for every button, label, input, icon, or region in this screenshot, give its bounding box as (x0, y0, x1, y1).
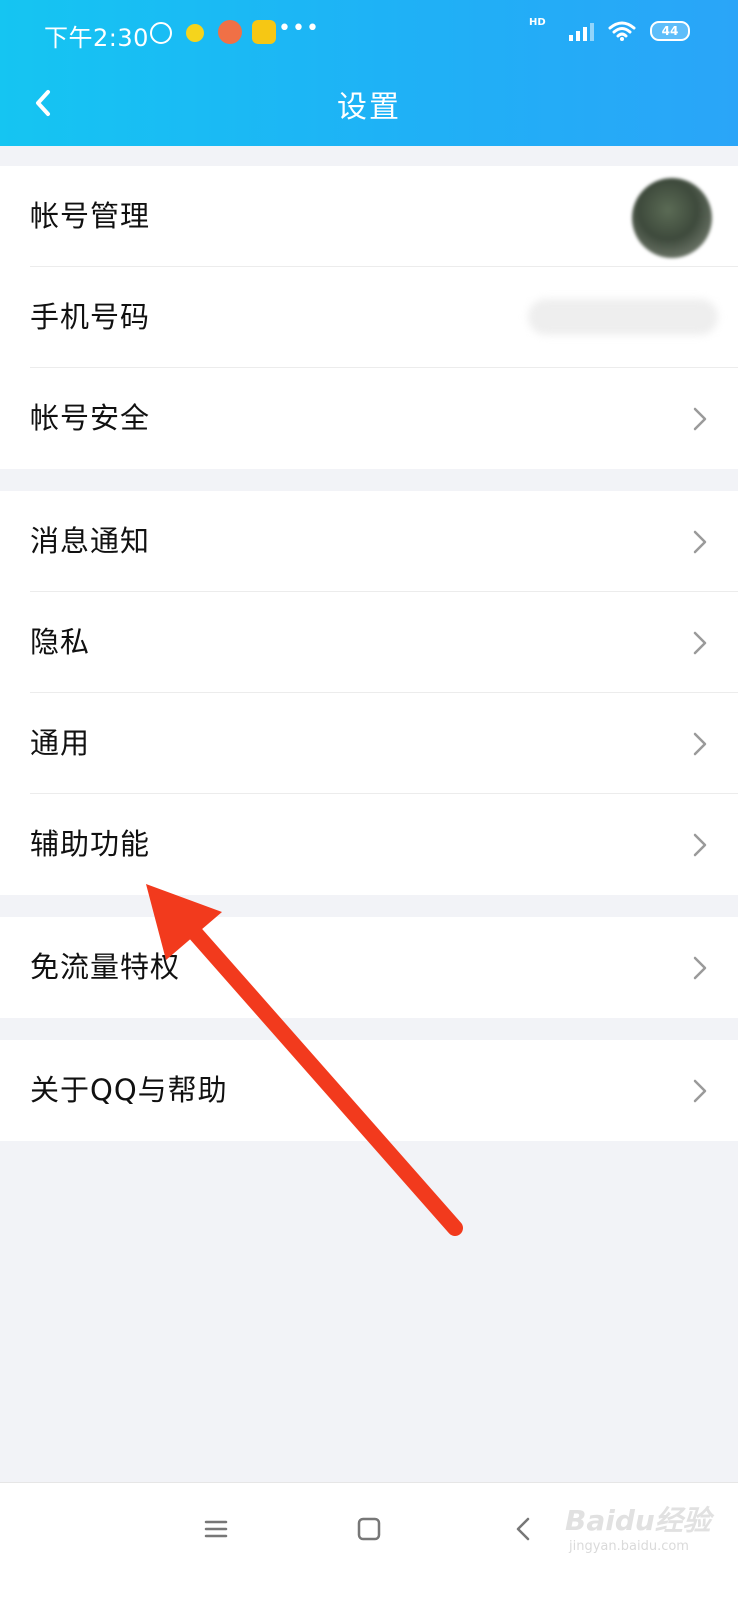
settings-item-label: 关于QQ与帮助 (30, 1073, 228, 1107)
avatar (632, 178, 712, 258)
chevron-right-icon (693, 631, 707, 655)
settings-item-label: 手机号码 (30, 300, 151, 334)
settings-item-label: 免流量特权 (30, 950, 181, 984)
chevron-right-icon (693, 530, 707, 554)
back-nav-icon[interactable] (504, 1509, 544, 1549)
moon-icon (186, 24, 204, 42)
settings-item-label: 帐号管理 (30, 199, 151, 233)
settings-item-label: 隐私 (30, 625, 91, 659)
system-nav-bar: Baidu经验 jingyan.baidu.com (0, 1482, 738, 1601)
watermark: Baidu经验 jingyan.baidu.com (565, 1499, 711, 1554)
phone-number-value (528, 299, 718, 335)
settings-item-notifications[interactable]: 消息通知 (0, 491, 738, 592)
status-bar: 下午2:30 ••• HD 44 (0, 0, 738, 68)
account-group: 帐号管理 手机号码 帐号安全 (0, 166, 738, 469)
settings-item-data-free[interactable]: 免流量特权 (0, 917, 738, 1018)
network-label: HD (529, 17, 546, 28)
status-time: 下午2:30 (44, 24, 149, 52)
settings-item-account-management[interactable]: 帐号管理 (0, 166, 738, 267)
app-notification-icon (218, 20, 242, 44)
chevron-right-icon (693, 1079, 707, 1103)
general-group: 消息通知 隐私 通用 辅助功能 (0, 491, 738, 895)
data-free-group: 免流量特权 (0, 917, 738, 1018)
settings-item-privacy[interactable]: 隐私 (0, 592, 738, 693)
settings-item-general[interactable]: 通用 (0, 693, 738, 794)
watermark-main: Baidu经验 (565, 1504, 711, 1537)
title-bar: 设置 (0, 68, 738, 146)
home-icon[interactable] (349, 1509, 389, 1549)
settings-item-about[interactable]: 关于QQ与帮助 (0, 1040, 738, 1141)
chevron-right-icon (693, 407, 707, 431)
page-title: 设置 (337, 90, 401, 125)
chevron-right-icon (693, 833, 707, 857)
header: 下午2:30 ••• HD 44 设置 (0, 0, 738, 146)
settings-item-accessibility[interactable]: 辅助功能 (0, 794, 738, 895)
about-group: 关于QQ与帮助 (0, 1040, 738, 1141)
more-notifications-icon: ••• (278, 16, 320, 41)
signal-icon: HD (529, 17, 594, 41)
settings-item-label: 辅助功能 (30, 827, 151, 861)
battery-icon: 44 (650, 21, 690, 41)
chevron-right-icon (693, 732, 707, 756)
wifi-icon (608, 20, 636, 42)
watermark-sub: jingyan.baidu.com (569, 1539, 689, 1554)
settings-item-label: 通用 (30, 726, 91, 760)
settings-item-label: 消息通知 (30, 524, 151, 558)
chevron-right-icon (693, 956, 707, 980)
status-right: HD 44 (529, 17, 690, 42)
settings-item-account-security[interactable]: 帐号安全 (0, 368, 738, 469)
menu-icon[interactable] (196, 1509, 236, 1549)
alarm-icon (150, 22, 172, 44)
settings-item-label: 帐号安全 (30, 401, 151, 435)
settings-item-phone-number[interactable]: 手机号码 (0, 267, 738, 368)
app-badge-icon (252, 20, 276, 44)
